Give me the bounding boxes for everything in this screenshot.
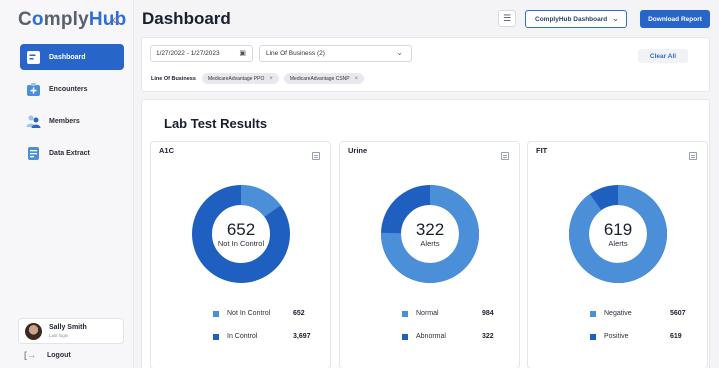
line-of-business-value: Line Of Business (2)	[266, 50, 325, 57]
date-range-input[interactable]: 1/27/2022 - 1/27/2023 ▣	[150, 45, 253, 62]
close-icon[interactable]: ×	[269, 76, 273, 82]
legend-value: 652	[293, 310, 305, 317]
legend-label: Abnormal	[416, 333, 446, 340]
donut-center: 619 Alerts	[568, 184, 668, 284]
sidebar-item-encounters[interactable]: Encounters	[20, 76, 124, 102]
page-title: Dashboard	[142, 9, 231, 28]
filter-chip[interactable]: MedicareAdvantage CSNP ×	[283, 73, 365, 84]
legend-value: 619	[670, 333, 682, 340]
legend-label: Negative	[604, 310, 632, 317]
legend-label: In Control	[227, 333, 258, 340]
legend-value: 5607	[670, 310, 686, 317]
filter-chip-label: MedicareAdvantage CSNP	[289, 75, 350, 82]
donut-center: 322 Alerts	[380, 184, 480, 284]
legend-swatch	[213, 310, 219, 317]
lab-results-panel: Lab Test Results A1C 652 Not In Control …	[141, 99, 710, 368]
logout-label: Logout	[47, 351, 71, 359]
legend-value: 984	[482, 310, 494, 317]
dashboard-select-value: ComplyHub Dashboard	[535, 15, 608, 23]
calendar-icon[interactable]: ▣	[239, 49, 246, 57]
legend-swatch	[213, 333, 219, 340]
document-icon	[28, 146, 39, 160]
legend-item: Positive 619	[590, 333, 700, 340]
menu-icon[interactable]: ☰	[498, 10, 516, 27]
legend-value: 3,697	[293, 333, 311, 340]
legend-item: Negative 5607	[590, 310, 700, 317]
card-title: A1C	[159, 146, 175, 155]
medical-plus-icon	[27, 82, 40, 96]
user-profile-card[interactable]: Sally Smith Last login	[18, 318, 124, 344]
chip-group-label: Line Of Business	[151, 75, 196, 82]
sidebar-item-label: Data Extract	[49, 149, 90, 157]
legend-label: Not In Control	[227, 310, 271, 317]
clear-all-button[interactable]: Clear All	[638, 49, 688, 63]
sidebar-item-label: Dashboard	[49, 53, 86, 61]
card-title: FIT	[536, 146, 548, 155]
legend-item: Normal 984	[402, 310, 512, 317]
card-title: Urine	[348, 146, 368, 155]
brand-logo[interactable]: ComplyHub	[18, 9, 126, 31]
legend-swatch	[402, 333, 408, 340]
card-fit: FIT 619 Alerts Negative 5607 Positive 61…	[527, 141, 708, 368]
user-info: Sally Smith Last login	[49, 324, 87, 338]
donut-center-label: Alerts	[420, 238, 440, 248]
user-name: Sally Smith	[49, 324, 87, 331]
legend-label: Positive	[604, 333, 629, 340]
legend-swatch	[590, 333, 596, 340]
dashboard-select[interactable]: ComplyHub Dashboard ⌄	[525, 10, 627, 28]
filter-chips: Line Of Business MedicareAdvantage PPO ×…	[151, 73, 369, 84]
sidebar-item-dashboard[interactable]: Dashboard	[20, 44, 124, 70]
donut-center: 652 Not In Control	[191, 184, 291, 284]
avatar	[25, 322, 42, 340]
filter-chip-label: MedicareAdvantage PPO	[207, 75, 265, 82]
legend-swatch	[590, 310, 596, 317]
sidebar: ComplyHub « Dashboard Encounters Members…	[0, 0, 134, 368]
donut-center-label: Not In Control	[217, 238, 265, 248]
sidebar-item-label: Members	[49, 117, 80, 125]
sidebar-item-members[interactable]: Members	[20, 108, 124, 134]
dashboard-icon	[27, 50, 40, 64]
donut-center-value: 322	[415, 219, 445, 239]
sidebar-item-label: Encounters	[49, 85, 88, 93]
legend-item: Not In Control 652	[213, 310, 323, 317]
card-menu-icon[interactable]	[312, 152, 320, 160]
chevron-down-icon: ⌄	[396, 48, 403, 57]
filter-chip[interactable]: MedicareAdvantage PPO ×	[201, 73, 279, 84]
card-urine: Urine 322 Alerts Normal 984 Abnormal 322	[339, 141, 520, 368]
user-last-login: Last login	[49, 333, 69, 338]
legend-swatch	[402, 310, 408, 317]
logout-button[interactable]: [→ Logout	[24, 350, 71, 360]
close-icon[interactable]: ×	[355, 76, 359, 82]
legend-label: Normal	[416, 310, 439, 317]
donut-center-label: Alerts	[608, 238, 628, 248]
card-menu-icon[interactable]	[501, 152, 509, 160]
logout-icon: [→	[24, 350, 36, 360]
brand-text-hub: Hub	[88, 9, 127, 30]
members-icon	[26, 115, 41, 128]
brand-text-c: C	[18, 9, 32, 30]
legend-item: Abnormal 322	[402, 333, 512, 340]
donut-center-value: 652	[226, 219, 256, 239]
legend-item: In Control 3,697	[213, 333, 323, 340]
donut-center-value: 619	[603, 219, 633, 239]
chevron-down-icon: ⌄	[612, 14, 619, 23]
brand-text-mply: mply	[43, 9, 89, 30]
download-report-button[interactable]: Download Report	[640, 10, 710, 28]
card-menu-icon[interactable]	[689, 152, 697, 160]
line-of-business-select[interactable]: Line Of Business (2) ⌄	[259, 45, 412, 62]
collapse-sidebar-icon[interactable]: «	[112, 11, 120, 27]
section-title: Lab Test Results	[164, 116, 268, 131]
sidebar-item-data-extract[interactable]: Data Extract	[20, 140, 124, 166]
date-range-value: 1/27/2022 - 1/27/2023	[156, 50, 220, 57]
filter-bar: 1/27/2022 - 1/27/2023 ▣ Line Of Business…	[141, 37, 710, 92]
brand-text-o: o	[31, 9, 44, 30]
legend-value: 322	[482, 333, 494, 340]
card-a1c: A1C 652 Not In Control Not In Control 65…	[150, 141, 331, 368]
